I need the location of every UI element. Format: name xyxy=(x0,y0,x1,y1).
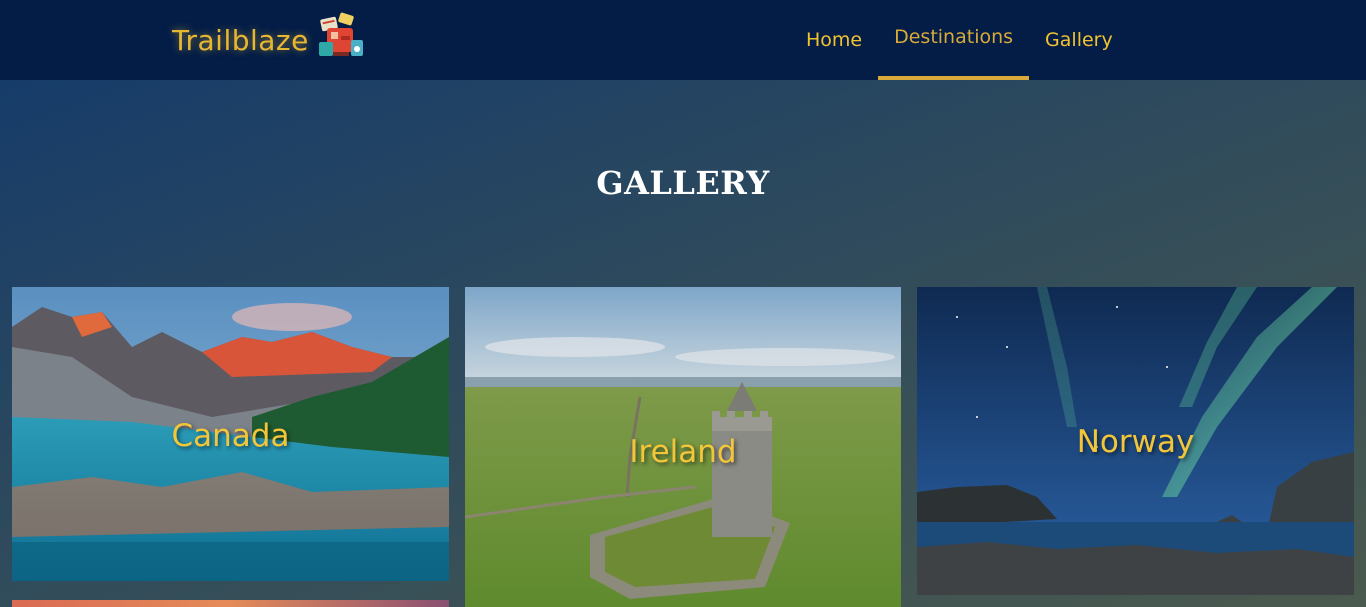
nav-gallery[interactable]: Gallery xyxy=(1029,0,1129,80)
main-nav: Home Destinations Gallery xyxy=(790,0,1129,80)
card-label: Canada xyxy=(171,418,290,454)
nav-home[interactable]: Home xyxy=(790,0,878,80)
luggage-icon xyxy=(318,12,363,56)
gallery-card-fourth[interactable] xyxy=(12,600,449,607)
page-title: GALLERY xyxy=(596,164,770,202)
gallery-card-norway[interactable]: Norway xyxy=(917,287,1354,595)
brand-logo[interactable]: Trailblaze xyxy=(172,12,367,62)
nav-destinations[interactable]: Destinations xyxy=(878,0,1029,80)
card-label: Ireland xyxy=(629,434,737,470)
card-label: Norway xyxy=(1076,424,1195,460)
gallery-section: GALLERY Canada Ireland Norway xyxy=(0,80,1366,607)
sunset-image xyxy=(12,600,449,607)
gallery-card-canada[interactable]: Canada xyxy=(12,287,449,581)
navbar: Trailblaze Home Destinations Gallery xyxy=(0,0,1366,80)
gallery-card-ireland[interactable]: Ireland xyxy=(465,287,901,607)
brand-name: Trailblaze xyxy=(172,23,309,57)
